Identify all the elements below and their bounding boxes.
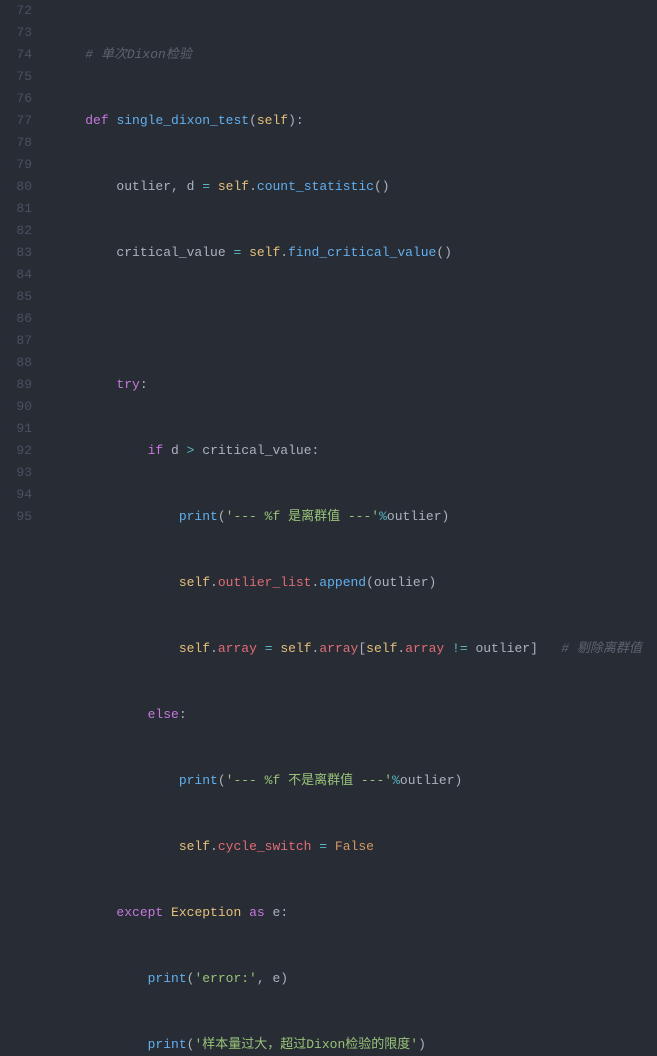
- line-number: 92: [0, 440, 32, 462]
- line-number: 81: [0, 198, 32, 220]
- string-literal: '--- %f 是离群值 ---': [226, 509, 379, 524]
- comment: # 剔除离群值: [561, 641, 642, 656]
- code-line[interactable]: [54, 308, 642, 330]
- line-number: 87: [0, 330, 32, 352]
- code-line[interactable]: try:: [54, 374, 642, 396]
- line-number: 89: [0, 374, 32, 396]
- line-number: 86: [0, 308, 32, 330]
- line-number: 93: [0, 462, 32, 484]
- line-number: 80: [0, 176, 32, 198]
- code-line[interactable]: outlier, d = self.count_statistic(): [54, 176, 642, 198]
- code-line[interactable]: self.array = self.array[self.array != ou…: [54, 638, 642, 660]
- print-call: print: [148, 971, 187, 986]
- line-number: 75: [0, 66, 32, 88]
- method-call: find_critical_value: [288, 245, 436, 260]
- string-literal: '样本量过大，超过Dixon检验的限度': [194, 1037, 418, 1052]
- code-editor[interactable]: 72 73 74 75 76 77 78 79 80 81 82 83 84 8…: [0, 0, 657, 1056]
- code-line[interactable]: # 单次Dixon检验: [54, 44, 642, 66]
- code-line[interactable]: self.cycle_switch = False: [54, 836, 642, 858]
- kw-if: if: [148, 443, 164, 458]
- code-area[interactable]: # 单次Dixon检验 def single_dixon_test(self):…: [46, 0, 642, 1056]
- line-number: 94: [0, 484, 32, 506]
- print-call: print: [148, 1037, 187, 1052]
- line-number: 88: [0, 352, 32, 374]
- line-number: 83: [0, 242, 32, 264]
- line-number-gutter: 72 73 74 75 76 77 78 79 80 81 82 83 84 8…: [0, 0, 46, 1056]
- line-number: 90: [0, 396, 32, 418]
- method-call: append: [319, 575, 366, 590]
- line-number: 95: [0, 506, 32, 528]
- line-number: 82: [0, 220, 32, 242]
- code-line[interactable]: def single_dixon_test(self):: [54, 110, 642, 132]
- code-line[interactable]: if d > critical_value:: [54, 440, 642, 462]
- function-name: single_dixon_test: [116, 113, 249, 128]
- string-literal: '--- %f 不是离群值 ---': [226, 773, 392, 788]
- line-number: 73: [0, 22, 32, 44]
- line-number: 79: [0, 154, 32, 176]
- code-line[interactable]: self.outlier_list.append(outlier): [54, 572, 642, 594]
- code-line[interactable]: print('样本量过大，超过Dixon检验的限度'): [54, 1034, 642, 1056]
- kw-else: else: [148, 707, 179, 722]
- comment: # 单次Dixon检验: [85, 47, 192, 62]
- line-number: 84: [0, 264, 32, 286]
- self-param: self: [257, 113, 288, 128]
- line-number: 85: [0, 286, 32, 308]
- kw-def: def: [85, 113, 108, 128]
- code-line[interactable]: else:: [54, 704, 642, 726]
- line-number: 76: [0, 88, 32, 110]
- print-call: print: [179, 509, 218, 524]
- line-number: 91: [0, 418, 32, 440]
- kw-except: except: [116, 905, 163, 920]
- code-line[interactable]: print('--- %f 不是离群值 ---'%outlier): [54, 770, 642, 792]
- code-line[interactable]: print('error:', e): [54, 968, 642, 990]
- print-call: print: [179, 773, 218, 788]
- line-number: 78: [0, 132, 32, 154]
- string-literal: 'error:': [194, 971, 256, 986]
- line-number: 72: [0, 0, 32, 22]
- line-number: 74: [0, 44, 32, 66]
- code-line[interactable]: critical_value = self.find_critical_valu…: [54, 242, 642, 264]
- line-number: 77: [0, 110, 32, 132]
- exception-type: Exception: [171, 905, 241, 920]
- method-call: count_statistic: [257, 179, 374, 194]
- const-false: False: [335, 839, 374, 854]
- kw-try: try: [116, 377, 139, 392]
- code-line[interactable]: print('--- %f 是离群值 ---'%outlier): [54, 506, 642, 528]
- code-line[interactable]: except Exception as e:: [54, 902, 642, 924]
